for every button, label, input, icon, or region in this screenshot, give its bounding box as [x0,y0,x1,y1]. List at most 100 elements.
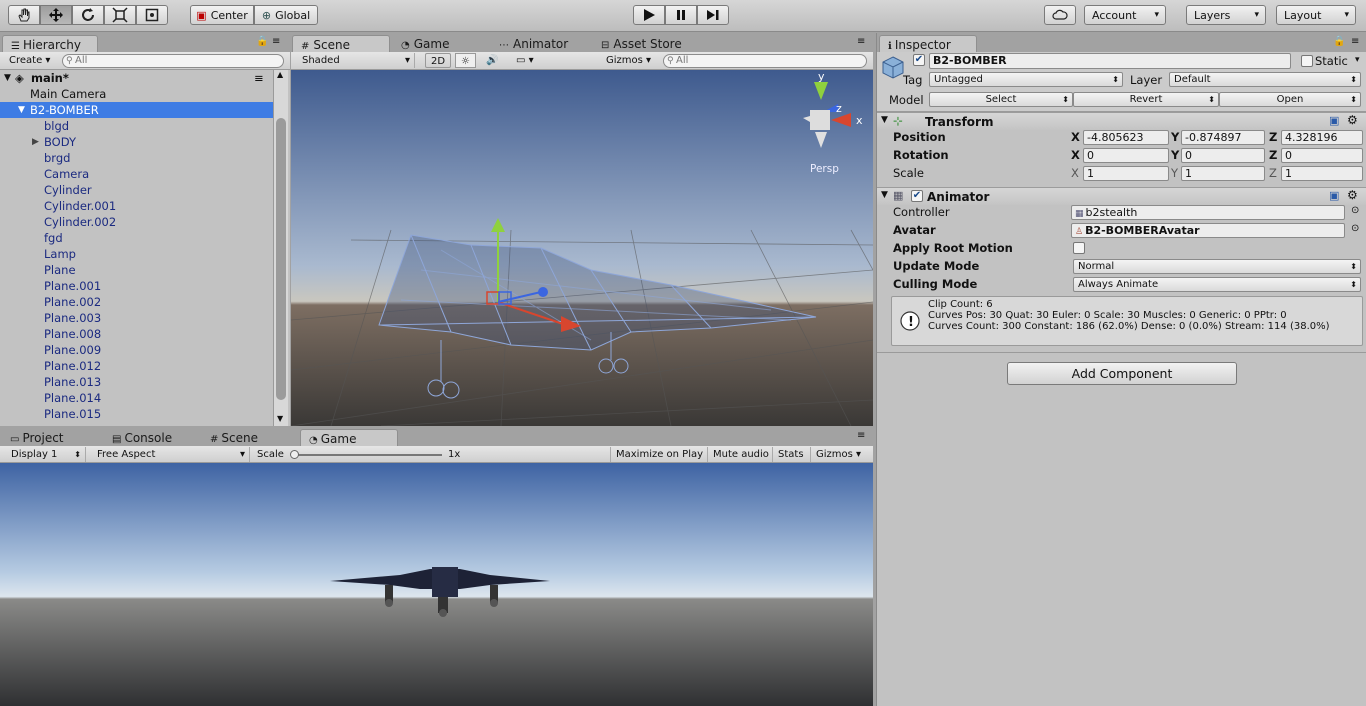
layout-dropdown[interactable]: Layout [1276,5,1356,25]
transform-header[interactable]: ▼ ⊹ Transform ▣ ⚙ [877,112,1366,130]
game-gizmos-dropdown[interactable]: Gizmos ▾ [810,447,866,462]
list-item[interactable]: Main Camera [0,86,273,102]
tab-scene-bottom[interactable]: # Scene [202,429,266,446]
tab-project[interactable]: ▭ Project [2,429,72,446]
scene-menu-icon[interactable]: ≡ [254,70,264,86]
help-book-icon[interactable]: ▣ [1329,114,1339,127]
list-item-selected[interactable]: ▼ B2-BOMBER [0,102,273,118]
cloud-button[interactable] [1044,5,1076,25]
position-y-field[interactable]: -0.874897 [1181,130,1265,145]
tab-game[interactable]: ◔ Game [393,35,457,52]
scale-slider[interactable] [290,450,442,459]
scale-tool-button[interactable] [104,5,136,25]
move-tool-button[interactable] [40,5,72,25]
object-picker-icon[interactable]: ⊙ [1351,205,1359,216]
effects-dropdown[interactable]: ▭ ▾ [511,53,539,68]
collapse-arrow-icon[interactable]: ▶ [32,134,39,150]
list-item[interactable]: Plane.015 [0,406,273,418]
list-item[interactable]: Plane.012 [0,358,273,374]
list-item[interactable]: Cylinder.001 [0,198,273,214]
step-button[interactable] [697,5,729,25]
tab-asset-store[interactable]: ⊟ Asset Store [593,35,690,52]
position-x-field[interactable]: -4.805623 [1083,130,1169,145]
rotation-x-field[interactable]: 0 [1083,148,1169,163]
list-item[interactable]: Plane.002 [0,294,273,310]
hierarchy-search[interactable]: ⚲ All [62,54,284,68]
controller-field[interactable]: ▦ b2stealth [1071,205,1345,220]
rotation-y-field[interactable]: 0 [1181,148,1265,163]
active-checkbox[interactable]: ✔ [913,54,925,66]
help-book-icon[interactable]: ▣ [1329,189,1339,202]
scene-search[interactable]: ⚲ All [663,54,867,68]
static-checkbox[interactable] [1301,55,1313,67]
gizmos-dropdown[interactable]: Gizmos ▾ [601,53,656,68]
rect-tool-button[interactable] [136,5,168,25]
maximize-on-play-toggle[interactable]: Maximize on Play [610,447,708,462]
audio-toggle[interactable]: 🔊 [481,53,503,68]
lock-icon[interactable]: 🔒 [1333,36,1345,47]
root-motion-checkbox[interactable] [1073,242,1085,254]
pivot-global-button[interactable]: ⊕ Global [254,5,318,25]
model-revert-button[interactable]: Revert [1073,92,1219,107]
scale-y-field[interactable]: 1 [1181,166,1265,181]
list-item[interactable]: Plane.001 [0,278,273,294]
lighting-toggle[interactable]: ☼ [455,53,476,68]
scale-slider-thumb[interactable] [290,450,299,459]
hand-tool-button[interactable] [8,5,40,25]
pause-button[interactable] [665,5,697,25]
layer-dropdown[interactable]: Default [1169,72,1361,87]
update-mode-dropdown[interactable]: Normal [1073,259,1361,274]
model-select-button[interactable]: Select [929,92,1073,107]
hierarchy-scrollbar[interactable]: ▲ ▼ [273,70,288,426]
object-name-field[interactable]: B2-BOMBER [929,53,1291,69]
panel-menu-icon[interactable]: ≡ [272,36,280,47]
tab-animator[interactable]: ⋯ Animator [491,35,576,52]
tab-game-bottom[interactable]: ◔ Game [300,429,398,446]
tab-scene[interactable]: # Scene [292,35,390,52]
tag-dropdown[interactable]: Untagged [929,72,1123,87]
panel-menu-icon[interactable]: ≡ [857,36,865,47]
stats-toggle[interactable]: Stats [772,447,809,462]
add-component-button[interactable]: Add Component [1007,362,1237,385]
game-viewport[interactable] [0,463,873,706]
panel-menu-icon[interactable]: ≡ [1351,36,1359,47]
animator-header[interactable]: ▼ ▦ ✔ Animator ▣ ⚙ [877,187,1366,205]
model-open-button[interactable]: Open [1219,92,1361,107]
list-item[interactable]: Plane [0,262,273,278]
culling-mode-dropdown[interactable]: Always Animate [1073,277,1361,292]
list-item[interactable]: Plane.014 [0,390,273,406]
scroll-down-icon[interactable]: ▼ [277,414,283,423]
list-item[interactable]: Plane.003 [0,310,273,326]
rotate-tool-button[interactable] [72,5,104,25]
panel-menu-icon[interactable]: ≡ [857,430,865,441]
gear-icon[interactable]: ⚙ [1347,113,1358,127]
rotation-z-field[interactable]: 0 [1281,148,1363,163]
scene-root-row[interactable]: ▼ ◈ main* ≡ [0,70,273,86]
animator-enabled-checkbox[interactable]: ✔ [911,190,923,202]
position-z-field[interactable]: 4.328196 [1281,130,1363,145]
create-dropdown[interactable]: Create ▾ [4,53,55,68]
play-button[interactable] [633,5,665,25]
pivot-center-button[interactable]: ▣ Center [190,5,254,25]
list-item[interactable]: fgd [0,230,273,246]
display-dropdown[interactable]: Display 1 ⬍ [6,447,86,462]
list-item[interactable]: Cylinder.002 [0,214,273,230]
tab-inspector[interactable]: ℹ Inspector [879,35,977,52]
shading-dropdown[interactable]: Shaded ▾ [297,53,415,68]
scale-z-field[interactable]: 1 [1281,166,1363,181]
static-dropdown-icon[interactable]: ▾ [1355,55,1360,65]
scroll-up-icon[interactable]: ▲ [277,70,283,79]
expand-arrow-icon[interactable]: ▼ [881,115,888,125]
mode-2d-toggle[interactable]: 2D [425,53,452,68]
account-dropdown[interactable]: Account [1084,5,1166,25]
scrollbar-thumb[interactable] [276,118,286,400]
tab-console[interactable]: ▤ Console [104,429,180,446]
avatar-field[interactable]: ♙ B2-BOMBERAvatar [1071,223,1345,238]
tab-hierarchy[interactable]: ☰ Hierarchy [2,35,98,52]
layers-dropdown[interactable]: Layers [1186,5,1266,25]
list-item[interactable]: Lamp [0,246,273,262]
list-item[interactable]: Plane.009 [0,342,273,358]
list-item[interactable]: ▶ BODY [0,134,273,150]
list-item[interactable]: brgd [0,150,273,166]
scene-viewport[interactable]: y z x Persp [291,70,873,426]
